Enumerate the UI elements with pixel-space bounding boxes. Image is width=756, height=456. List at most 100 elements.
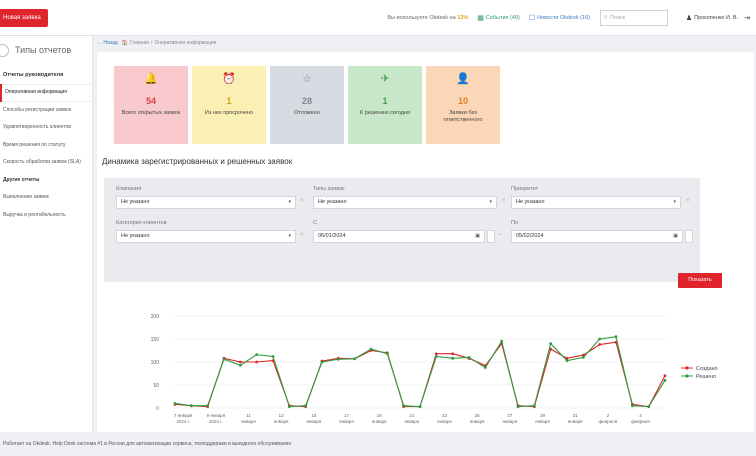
x-tick-label: января	[568, 419, 583, 424]
sidebar-item-time-by-status[interactable]: Время решения по статусу	[0, 137, 92, 155]
data-point	[598, 343, 602, 346]
data-point	[581, 356, 585, 359]
series-line-created	[174, 341, 666, 408]
search-placeholder: Поиск	[609, 15, 626, 21]
top-bar: Новая заявка Вы используете Okdesk на 13…	[0, 0, 756, 36]
x-tick-label: февраля	[631, 419, 650, 424]
card-overdue[interactable]: ⏰ 1 Из них просрочено	[192, 66, 266, 144]
x-tick-label: 21	[409, 413, 415, 418]
events-link[interactable]: ▦ События (49)	[477, 14, 520, 22]
data-point	[565, 359, 569, 363]
x-tick-label: 17	[344, 413, 350, 418]
clear-icon[interactable]: ×	[300, 198, 304, 204]
sidebar-item-revenue[interactable]: Выручка и рентабельность	[0, 207, 92, 225]
from-date-clear-button[interactable]	[487, 230, 495, 243]
sidebar-item-other-reports[interactable]: Другие отчеты	[0, 172, 92, 190]
card-label: К решению сегодня	[360, 110, 410, 116]
from-date-input[interactable]: 06/01/2024 ▣	[313, 230, 485, 243]
data-point	[549, 342, 553, 345]
data-point	[434, 355, 438, 358]
x-tick-label: 13	[279, 413, 285, 418]
category-select[interactable]: Не указано ▾	[116, 230, 296, 243]
data-point	[663, 379, 667, 382]
breadcrumb-home[interactable]: Главная	[130, 40, 149, 46]
back-link[interactable]: ← Назад	[97, 40, 118, 46]
calendar-icon[interactable]: ▣	[475, 231, 480, 242]
main-area: ← Назад 🏠 Главная / Оперативная информац…	[93, 36, 756, 432]
x-tick-label: 2	[607, 413, 610, 418]
card-due-today[interactable]: ✈ 1 К решению сегодня	[348, 66, 422, 144]
x-tick-label: 23	[442, 413, 448, 418]
sidebar-item-execution[interactable]: Выполнение заявок	[0, 189, 92, 207]
clear-icon[interactable]: ×	[686, 198, 690, 204]
data-point	[353, 357, 357, 361]
clear-icon[interactable]: ×	[502, 198, 506, 204]
company-select[interactable]: Не указано ▾	[116, 196, 296, 209]
calendar-icon[interactable]: ▣	[673, 231, 678, 242]
stat-cards: 🔔 54 Всего открытых заявок ⏰ 1 Из них пр…	[114, 66, 500, 144]
sidebar-item-satisfaction[interactable]: Удовлетворенность клиентов	[0, 119, 92, 137]
x-tick-label: 31	[573, 413, 579, 418]
x-tick-label: января	[535, 419, 550, 424]
data-point	[336, 357, 340, 361]
data-point	[238, 363, 242, 367]
company-label: Компания	[116, 186, 142, 192]
news-link[interactable]: ☐ Новости Okdesk (16)	[529, 14, 590, 22]
data-point	[304, 404, 308, 408]
search-icon: ⌕	[603, 14, 608, 21]
to-date-label: По	[511, 220, 519, 226]
card-label: Отложено	[294, 110, 320, 116]
footer-text: Работает на Okdesk. Help Desk система #1…	[3, 441, 292, 447]
events-label: События (49)	[485, 15, 520, 21]
sidebar-header: Типы отчетов	[0, 36, 92, 64]
sidebar: Типы отчетов Отчеты руководителя Операти…	[0, 36, 93, 432]
from-date-label: С	[313, 220, 317, 226]
sidebar-item-operational[interactable]: Оперативная информация	[0, 84, 92, 102]
sidebar-toggle-icon[interactable]	[0, 43, 9, 57]
category-label: Категория клиентов	[116, 220, 167, 226]
x-tick-label: 7 января	[174, 413, 193, 418]
card-label: Всего открытых заявок	[121, 110, 181, 116]
usage-info: Вы используете Okdesk на 13%	[387, 15, 468, 21]
card-value: 1	[226, 96, 232, 106]
type-select[interactable]: Не указано ▾	[313, 196, 497, 209]
new-ticket-button[interactable]: Новая заявка	[0, 9, 48, 27]
show-button[interactable]: Показать	[678, 273, 722, 288]
card-value: 28	[301, 96, 312, 106]
sidebar-item-sla[interactable]: Скорость обработки заявок (SLA)	[0, 154, 92, 172]
breadcrumb-current: Оперативная информация	[154, 40, 217, 46]
logout-icon[interactable]: ⇥	[744, 14, 750, 22]
priority-select[interactable]: Не указано ▾	[511, 196, 681, 209]
x-tick-label: января	[405, 419, 420, 424]
data-point	[418, 405, 422, 409]
x-tick-label: 4	[639, 413, 642, 418]
to-date-input[interactable]: 05/02/2024 ▣	[511, 230, 683, 243]
card-unassigned[interactable]: 👤 10 Заявки без ответственного	[426, 66, 500, 144]
home-icon[interactable]: 🏠	[122, 40, 128, 46]
data-point	[238, 360, 242, 364]
legend-marker	[685, 366, 689, 370]
data-point	[614, 335, 618, 339]
to-date-clear-button[interactable]	[685, 230, 693, 243]
search-input[interactable]: ⌕ Поиск	[599, 10, 668, 26]
chevron-down-icon: ▾	[673, 199, 676, 205]
x-tick-label: января	[372, 419, 387, 424]
top-links: Вы используете Okdesk на 13% ▦ События (4…	[387, 0, 756, 36]
chevron-down-icon: ▾	[489, 199, 492, 205]
card-postponed[interactable]: ☆ 28 Отложено	[270, 66, 344, 144]
sidebar-item-registration[interactable]: Способы регистрации заявок	[0, 102, 92, 120]
data-point	[287, 405, 291, 409]
x-tick-label: 25	[475, 413, 481, 418]
x-tick-label: 29	[540, 413, 546, 418]
chevron-down-icon: ▾	[288, 199, 291, 205]
data-point	[255, 353, 259, 357]
data-point	[206, 404, 210, 408]
data-point	[483, 366, 487, 369]
card-open-tickets[interactable]: 🔔 54 Всего открытых заявок	[114, 66, 188, 144]
clear-icon[interactable]: ×	[300, 232, 304, 238]
news-label: Новости Okdesk (16)	[537, 15, 590, 21]
user-icon: ♟	[685, 15, 693, 22]
user-menu[interactable]: ♟ Прокопенко И. В. ⇥	[686, 14, 756, 22]
usage-percent: 13%	[457, 15, 469, 21]
x-tick-label: 11	[246, 413, 251, 418]
